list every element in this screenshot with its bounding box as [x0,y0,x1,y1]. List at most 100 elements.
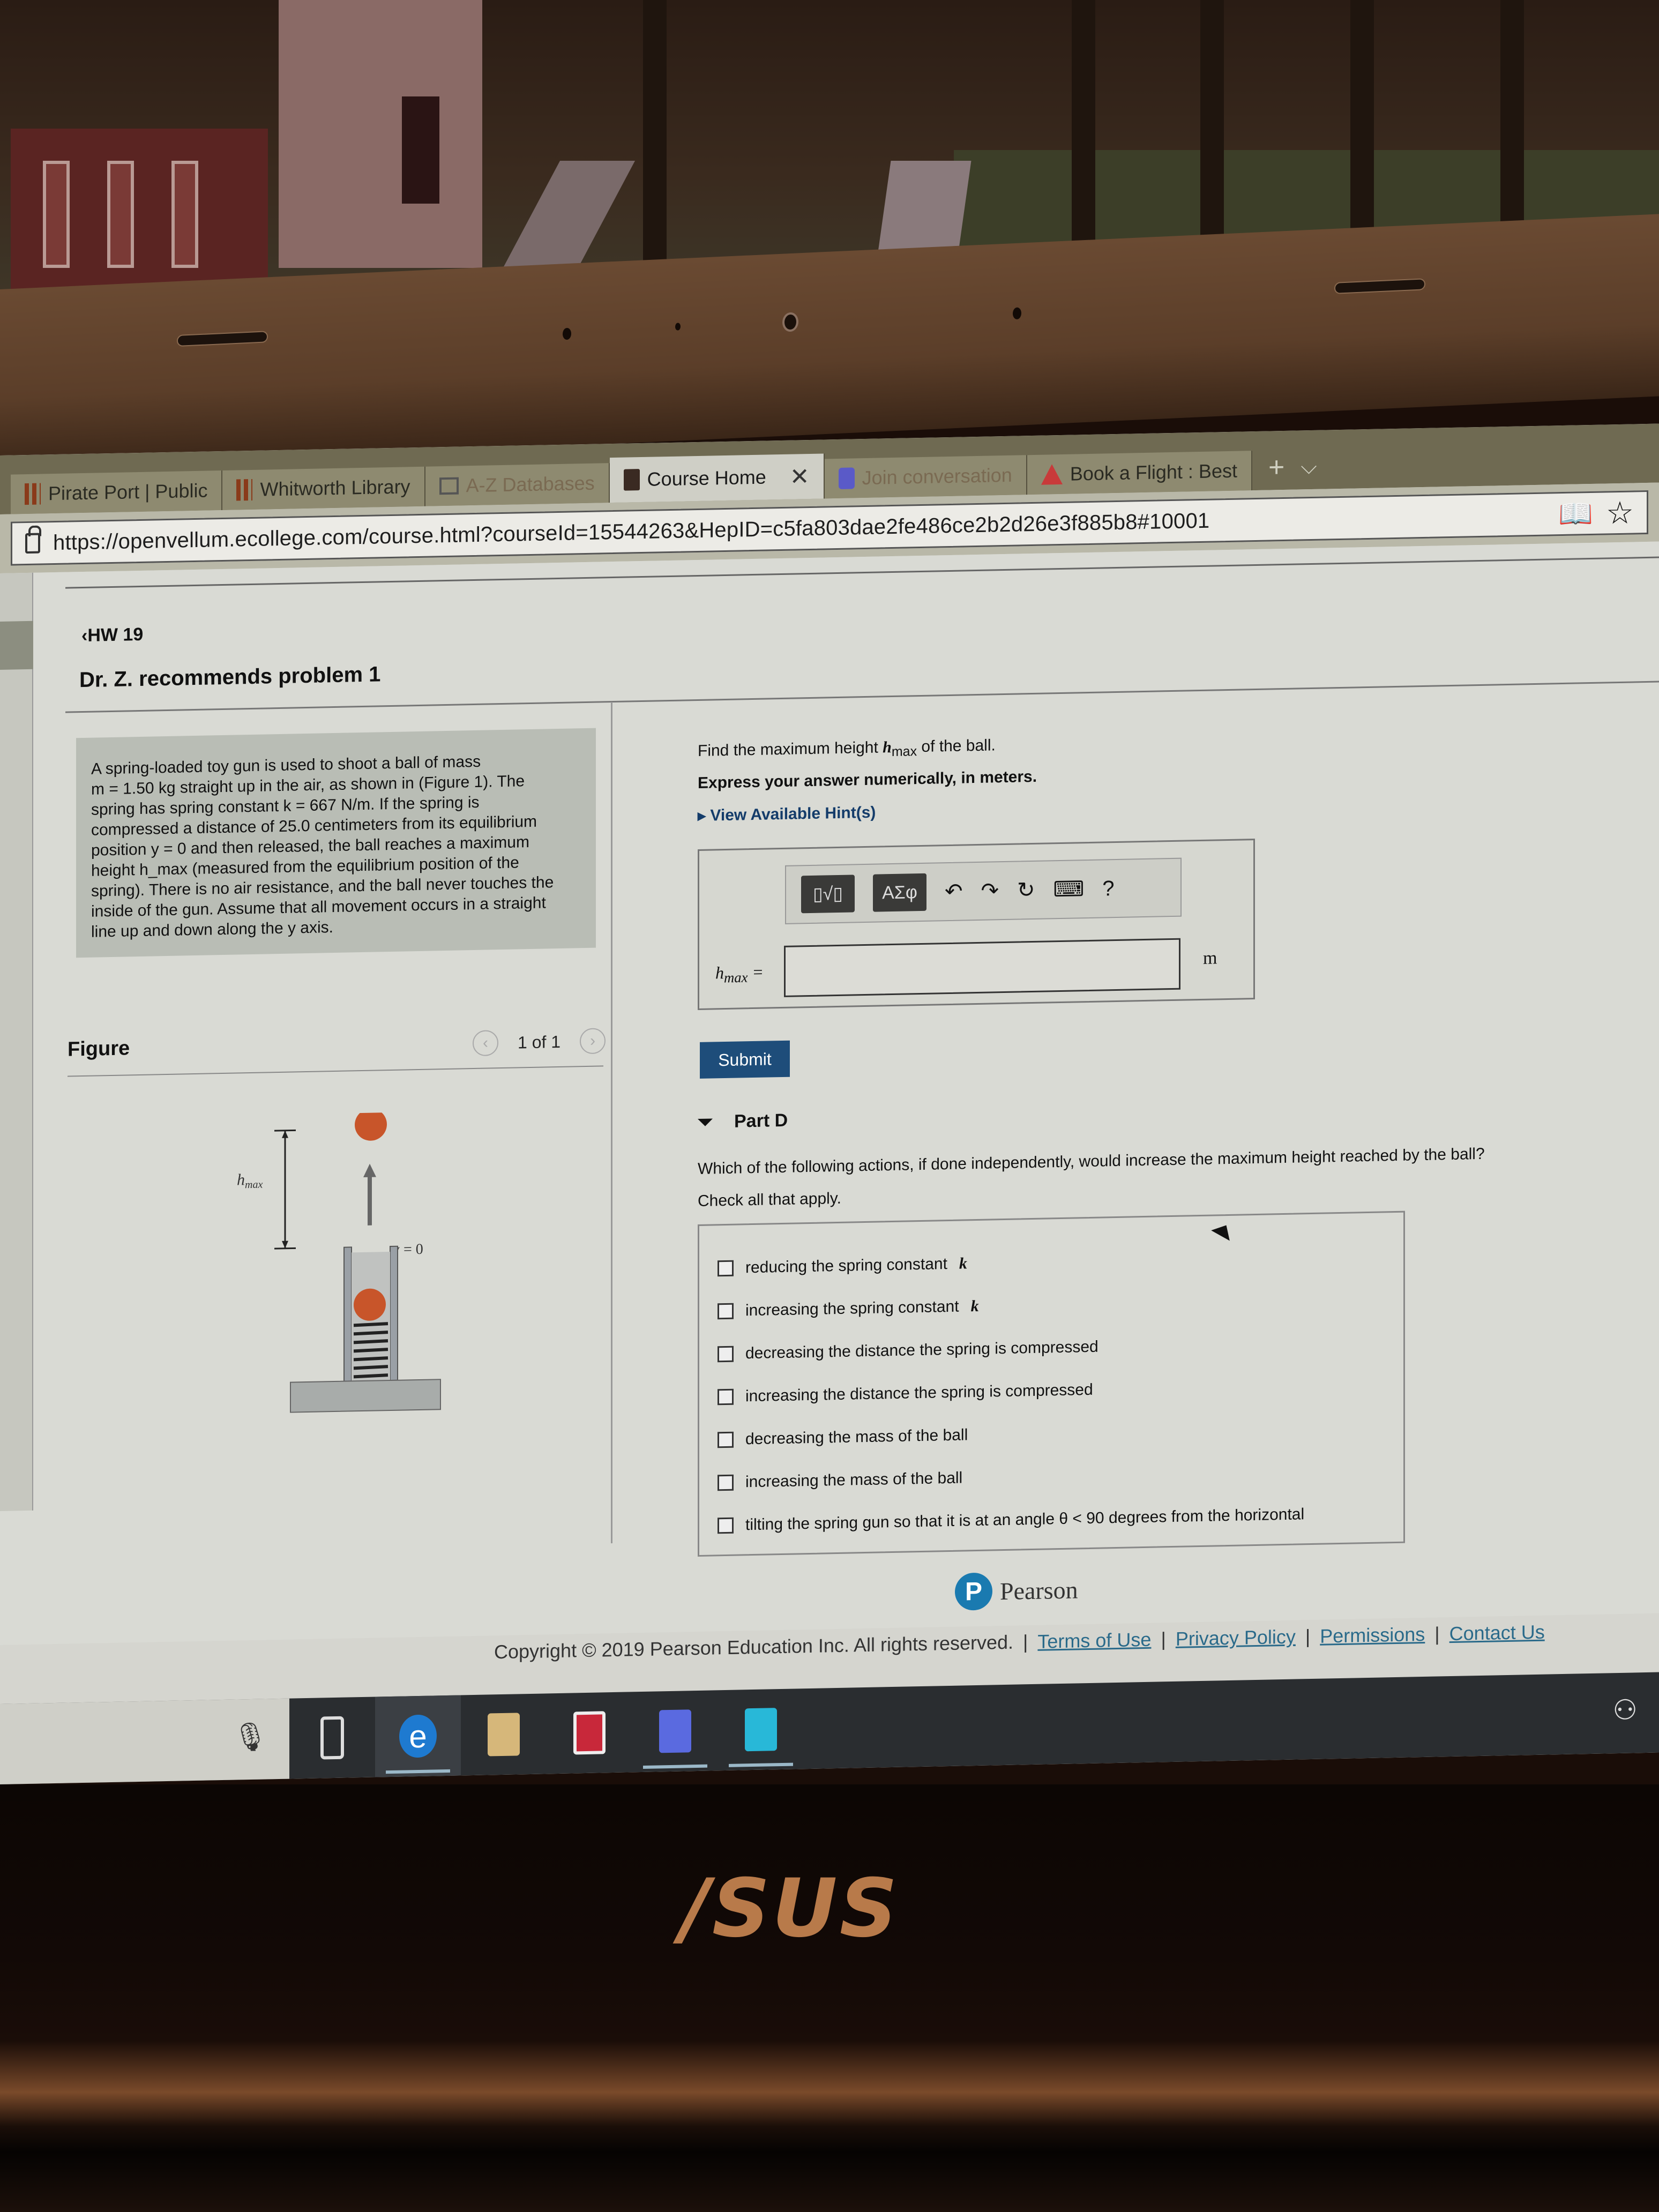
checkbox[interactable] [718,1346,734,1363]
footer: Copyright © 2019 Pearson Education Inc. … [494,1620,1545,1663]
templates-button[interactable]: ▯√▯ [801,875,855,914]
question-instruction: Express your answer numerically, in mete… [698,767,1037,793]
checkbox[interactable] [718,1260,734,1277]
answer-label: hmax = [715,962,764,986]
tab-label: Join conversation [862,464,1012,489]
hmax-label: hmax [237,1171,263,1191]
taskbar-store[interactable] [718,1688,804,1770]
edge-browser-icon: e [399,1714,437,1758]
spring-gun-figure: hmax y = 0 [237,1111,441,1413]
taskbar-file-explorer[interactable] [461,1693,547,1775]
microphone-icon[interactable]: 🎙 [233,1720,268,1753]
asus-logo: /SUS [681,1862,900,1955]
checkbox[interactable] [718,1431,734,1448]
gift-app-icon [573,1711,606,1755]
tab-label: Course Home [647,466,766,490]
laptop-lower-bezel [0,1784,1659,2212]
taskbar-edge[interactable]: e [375,1695,461,1777]
ball-at-max-height [355,1111,387,1141]
tab-join-conversation[interactable]: Join conversation [824,455,1027,499]
favorite-star-icon[interactable]: ☆ [1606,494,1634,531]
figure-heading: Figure [68,1037,130,1061]
submit-button[interactable]: Submit [700,1040,790,1079]
tab-pirate-port[interactable]: Pirate Port | Public [11,470,223,514]
greek-symbols-button[interactable]: ΑΣφ [873,873,926,912]
next-figure-button[interactable]: › [580,1028,606,1055]
permissions-link[interactable]: Permissions [1320,1623,1425,1648]
task-view-icon [320,1716,344,1760]
upward-arrow-icon [363,1163,376,1225]
hmax-answer-input[interactable] [784,938,1180,997]
left-nav-strip [0,572,33,1511]
tab-label: A-Z Databases [466,472,595,497]
column-divider [611,702,612,1544]
redo-icon[interactable]: ↷ [981,878,999,903]
checkbox[interactable] [718,1303,734,1320]
part-d-question: Which of the following actions, if done … [698,1145,1485,1178]
tab-label: Whitworth Library [260,475,410,500]
pearson-mark-icon: P [955,1572,992,1611]
tab-course-home[interactable]: Course Home ✕ [609,453,825,503]
tab-list-chevron-icon[interactable]: ⌵ [1301,444,1317,490]
contact-us-link[interactable]: Contact Us [1449,1621,1545,1645]
taskbar-search-area[interactable]: 🎙 [0,1698,289,1784]
keyboard-icon[interactable]: ⌨ [1053,877,1085,902]
new-tab-button[interactable]: + [1252,444,1301,490]
checkbox[interactable] [718,1517,734,1534]
part-d-instruction: Check all that apply. [698,1189,841,1210]
bezel-sensor [675,323,681,331]
view-hints-link[interactable]: ▸ View Available Hint(s) [698,803,876,825]
answer-panel: ▯√▯ ΑΣφ ↶ ↷ ↻ ⌨ ? hmax = m [698,839,1255,1011]
collapse-caret-icon[interactable] [698,1118,713,1126]
close-tab-icon[interactable]: ✕ [790,462,810,490]
question-prompt: Find the maximum height hmax of the ball… [698,736,996,760]
undo-icon[interactable]: ↶ [945,879,963,905]
checkbox[interactable] [718,1388,734,1406]
taskbar-gift-app[interactable] [547,1692,632,1774]
page-title: Dr. Z. recommends problem 1 [79,662,381,692]
checkbox[interactable] [718,1474,734,1491]
file-explorer-icon [488,1713,520,1757]
bezel-latch [1334,278,1425,294]
webcam-icon [782,312,798,332]
copyright-text: Copyright © 2019 Pearson Education Inc. … [494,1631,1014,1663]
divider [68,1065,603,1077]
page-content: ‹HW 19 Dr. Z. recommends problem 1 A spr… [0,541,1659,1663]
bezel-sensor [563,327,571,340]
people-icon[interactable]: ⚇ [1612,1694,1638,1727]
library-icon [25,483,41,505]
microsoft-store-icon [745,1708,777,1752]
reset-icon[interactable]: ↻ [1017,878,1035,903]
part-d-header[interactable]: Part D [698,1110,788,1133]
figure-pager: ‹ 1 of 1 › [473,1028,606,1057]
tab-label: Book a Flight : Best [1070,459,1237,485]
taskbar-teams[interactable] [632,1690,718,1772]
lock-icon [25,533,40,554]
background-white-building [279,0,482,268]
tab-book-a-flight[interactable]: Book a Flight : Best [1027,451,1252,495]
task-view-button[interactable] [289,1697,375,1779]
back-to-assignment-link[interactable]: ‹HW 19 [81,624,143,646]
part-d-choices: reducing the spring constant k increasin… [698,1210,1405,1557]
help-icon[interactable]: ? [1102,877,1114,901]
hmax-dimension-line [274,1129,296,1250]
terms-of-use-link[interactable]: Terms of Use [1037,1628,1151,1653]
previous-figure-button[interactable]: ‹ [473,1030,498,1057]
book-icon [623,469,640,491]
url-text[interactable]: https://openvellum.ecollege.com/course.h… [53,502,1545,555]
library-icon [236,479,253,501]
tab-whitworth-library[interactable]: Whitworth Library [222,466,425,511]
windows-taskbar: 🎙 e ⚇ [0,1672,1659,1784]
privacy-policy-link[interactable]: Privacy Policy [1176,1626,1296,1650]
part-d-label: Part D [734,1110,788,1132]
laptop-screen: Pirate Port | Public Whitworth Library A… [0,423,1659,1785]
tab-label: Pirate Port | Public [48,479,208,505]
math-toolbar: ▯√▯ ΑΣφ ↶ ↷ ↻ ⌨ ? [785,857,1182,924]
background-red-building [11,129,268,300]
flight-icon [1041,464,1063,485]
reading-view-icon[interactable]: 📖 [1558,497,1593,530]
answer-unit: m [1203,948,1217,968]
database-icon [439,477,459,495]
tab-az-databases[interactable]: A-Z Databases [425,463,610,506]
left-nav-item[interactable] [0,621,33,670]
